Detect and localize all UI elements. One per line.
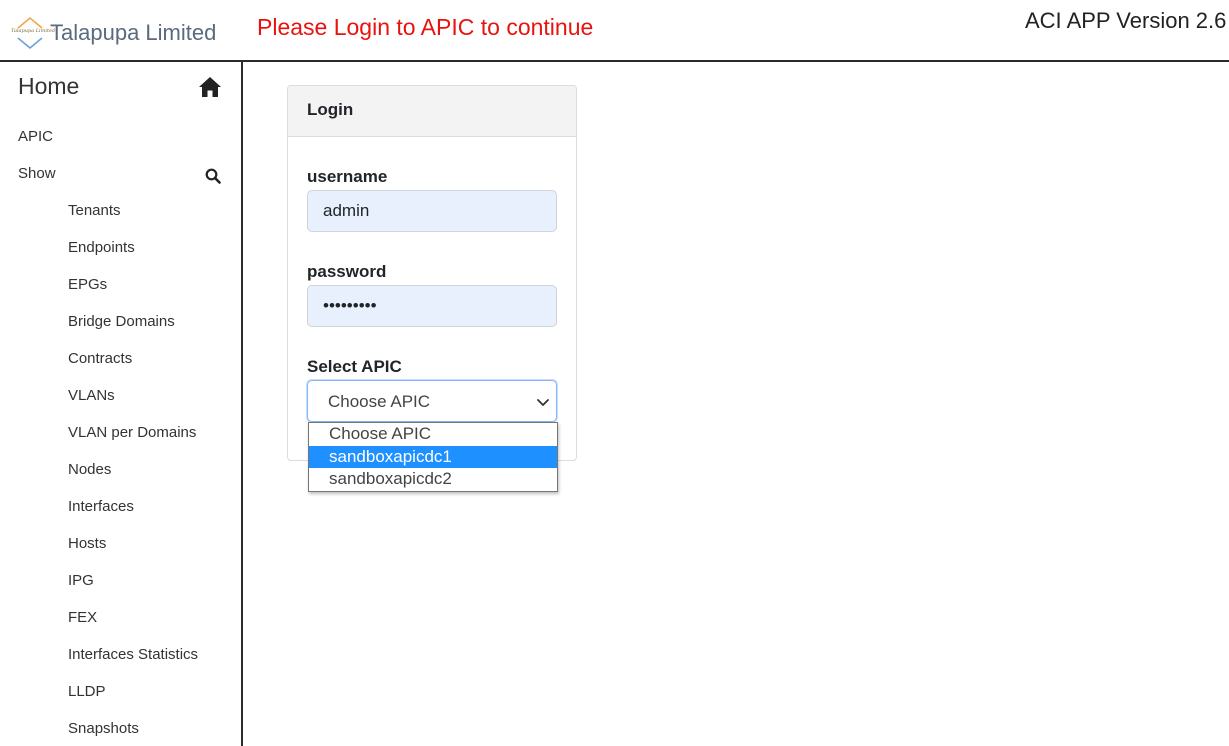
sidebar-item-interfaces[interactable]: Interfaces [68,498,134,515]
apic-select-value: Choose APIC [328,392,431,411]
sidebar-item-contracts[interactable]: Contracts [68,350,132,367]
sidebar-item-ipg[interactable]: IPG [68,572,94,589]
login-card-title: Login [288,86,576,137]
apic-select[interactable]: Choose APIC [307,380,557,422]
chevron-down-icon [537,399,549,406]
apic-option-choose[interactable]: Choose APIC [309,423,557,445]
login-card: Login username password Select APIC Choo… [287,85,577,461]
brand[interactable]: Talapupa Limited Talapupa Limited [10,16,216,50]
sidebar-item-tenants[interactable]: Tenants [68,202,121,219]
username-label: username [307,167,388,186]
company-logo[interactable]: Talapupa Limited [10,16,55,50]
apic-option-sandboxapicdc1[interactable]: sandboxapicdc1 [309,446,557,468]
sidebar-item-interfaces-statistics[interactable]: Interfaces Statistics [68,646,198,663]
sidebar-item-vlans[interactable]: VLANs [68,387,115,404]
sidebar-item-show[interactable]: Show [18,165,56,182]
sidebar-item-lldp[interactable]: LLDP [68,683,106,700]
sidebar-item-fex[interactable]: FEX [68,609,97,626]
sidebar-item-home[interactable]: Home [18,73,79,100]
search-icon[interactable] [205,168,221,184]
password-input[interactable] [307,285,557,327]
top-header: Talapupa Limited Talapupa Limited Please… [0,0,1229,62]
username-input[interactable] [307,190,557,232]
logo-text: Talapupa Limited [11,28,56,34]
sidebar-item-bridge-domains[interactable]: Bridge Domains [68,313,175,330]
home-icon[interactable] [198,76,222,98]
apic-option-sandboxapicdc2[interactable]: sandboxapicdc2 [309,468,557,490]
sidebar-item-snapshots[interactable]: Snapshots [68,720,139,737]
login-alert-message: Please Login to APIC to continue [257,14,594,40]
sidebar-item-epgs[interactable]: EPGs [68,276,107,293]
brand-name[interactable]: Talapupa Limited [50,20,216,46]
sidebar: Home APIC Show Tenants Endpoints EPGs Br… [0,62,243,746]
app-version: ACI APP Version 2.6 [1025,8,1227,33]
select-apic-label: Select APIC [307,357,402,376]
sidebar-item-endpoints[interactable]: Endpoints [68,239,135,256]
password-label: password [307,262,387,281]
sidebar-item-hosts[interactable]: Hosts [68,535,106,552]
sidebar-item-vlan-per-domains[interactable]: VLAN per Domains [68,424,196,441]
sidebar-item-nodes[interactable]: Nodes [68,461,111,478]
sidebar-item-apic[interactable]: APIC [18,128,53,145]
apic-dropdown-list: Choose APIC sandboxapicdc1 sandboxapicdc… [308,422,558,492]
